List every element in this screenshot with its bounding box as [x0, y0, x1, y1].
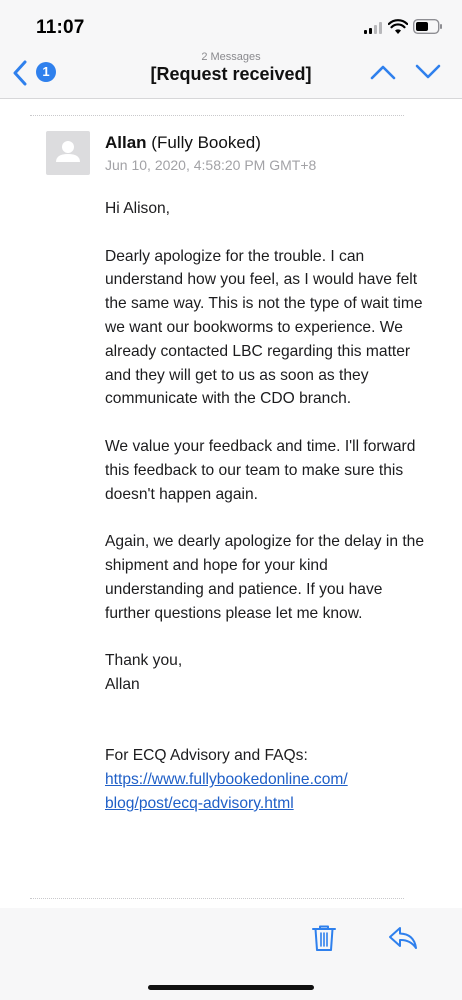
navigation-bar: 1 2 Messages [Request received] [0, 48, 462, 99]
home-indicator [148, 985, 314, 990]
wifi-icon [388, 19, 408, 34]
message-count: 2 Messages [201, 51, 261, 63]
body-paragraph: Dearly apologize for the trouble. I can … [105, 247, 423, 408]
greeting: Hi Alison, [105, 200, 171, 217]
body-paragraph: Again, we dearly apologize for the delay… [105, 533, 425, 622]
advisory-link[interactable]: https://www.fullybookedonline.com/ blog/… [105, 768, 425, 816]
body-paragraph: We value your feedback and time. I'll fo… [105, 437, 416, 503]
person-icon [56, 141, 80, 162]
advisory-link-line-2: blog/post/ecq-advisory.html [105, 794, 294, 812]
cellular-signal-icon [364, 22, 382, 34]
chevron-down-icon[interactable] [415, 63, 441, 81]
signature: Allan [105, 675, 140, 693]
advisory-label: For ECQ Advisory and FAQs: [105, 747, 308, 765]
status-time: 11:07 [36, 17, 85, 38]
chevron-up-icon[interactable] [370, 63, 396, 81]
trash-icon[interactable] [312, 924, 336, 952]
message-divider-top [30, 115, 404, 116]
message-date: Jun 10, 2020, 4:58:20 PM GMT+8 [105, 157, 317, 173]
sender-name: Allan [105, 133, 147, 152]
closing: Thank you, [105, 652, 183, 670]
battery-icon [413, 19, 442, 34]
sender-org: (Fully Booked) [151, 133, 261, 152]
sender[interactable]: Allan (Fully Booked) [105, 133, 261, 153]
message-divider-bottom [30, 898, 404, 899]
reply-icon[interactable] [388, 926, 418, 950]
message-body: Hi Alison, Dearly apologize for the trou… [105, 197, 425, 816]
status-bar: 11:07 [0, 0, 462, 48]
advisory-link-line-1: https://www.fullybookedonline.com/ [105, 771, 348, 789]
avatar [46, 131, 90, 175]
